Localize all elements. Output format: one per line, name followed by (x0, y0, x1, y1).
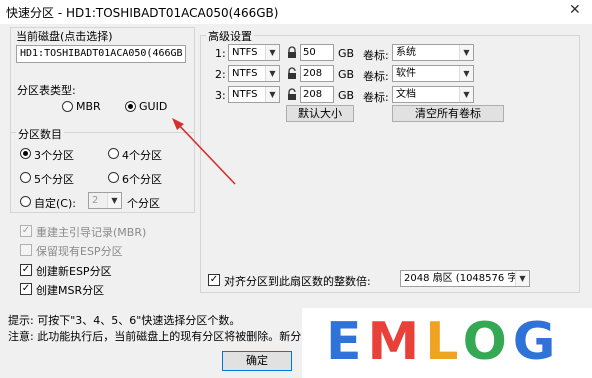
chevron-down-icon: ▼ (459, 45, 473, 60)
radio-mbr[interactable] (62, 101, 73, 112)
size-unit-1: GB (338, 47, 355, 60)
radio-mbr-label[interactable]: MBR (76, 100, 101, 113)
fs-select-3[interactable]: NTFS ▼ (228, 86, 280, 103)
current-disk-selector[interactable]: HD1:TOSHIBADT01ACA050(466GB (16, 45, 186, 63)
create-msr-label: 创建MSR分区 (36, 284, 105, 297)
custom-count-value: 2 (92, 195, 99, 206)
fs-select-2[interactable]: NTFS ▼ (228, 65, 280, 82)
fs-select-1[interactable]: NTFS ▼ (228, 44, 280, 61)
annotation-arrow-icon (172, 118, 236, 185)
fs-value-3: NTFS (232, 89, 258, 100)
fs-value-2: NTFS (232, 68, 258, 79)
align-checkbox[interactable]: ✓ (208, 274, 220, 286)
radio-6-partitions-label[interactable]: 6个分区 (122, 171, 162, 187)
chevron-down-icon: ▼ (265, 87, 279, 102)
rebuild-mbr-label: 重建主引导记录(MBR) (36, 226, 147, 239)
partition-table-label: 分区表类型: (17, 84, 76, 97)
emlog-watermark: EMLOG (302, 308, 592, 378)
partition-index-1: 1: (215, 47, 226, 60)
chevron-down-icon: ▼ (265, 66, 279, 81)
partition-index-3: 3: (215, 89, 226, 102)
radio-custom-count[interactable] (20, 196, 31, 207)
logo-letter-l: L (425, 312, 463, 372)
partition-count-label: 分区数目 (16, 126, 64, 142)
size-unit-2: GB (338, 68, 355, 81)
custom-count-select[interactable]: 2 ▼ (88, 192, 122, 209)
radio-5-partitions-label[interactable]: 5个分区 (34, 171, 74, 187)
ok-button[interactable]: 确定 (222, 351, 292, 371)
logo-letter-e: E (326, 312, 368, 372)
radio-guid[interactable] (125, 101, 136, 112)
unlock-icon[interactable] (286, 88, 298, 101)
unlock-icon[interactable] (286, 67, 298, 80)
tip-line: 提示: 可按下"3、4、5、6"快速选择分区个数。 (8, 314, 241, 327)
chevron-down-icon: ▼ (459, 66, 473, 81)
volume-value-2: 软件 (396, 68, 416, 79)
radio-3-partitions-label[interactable]: 3个分区 (34, 147, 74, 163)
size-input-3[interactable]: 208 (300, 86, 334, 103)
volume-label-1: 卷标: (363, 49, 389, 62)
warning-line: 注意: 此功能执行后，当前磁盘上的现有分区将被删除。新分区 (8, 330, 313, 343)
create-esp-label: 创建新ESP分区 (36, 265, 112, 278)
fs-value-1: NTFS (232, 47, 258, 58)
chevron-down-icon: ▼ (107, 193, 121, 208)
radio-3-partitions[interactable] (20, 148, 31, 159)
custom-count-suffix: 个分区 (127, 197, 160, 210)
volume-select-2[interactable]: 软件 ▼ (392, 65, 474, 82)
volume-select-3[interactable]: 文档 ▼ (392, 86, 474, 103)
default-size-button[interactable]: 默认大小 (286, 105, 354, 122)
quick-partition-dialog: 快速分区 - HD1:TOSHIBADT01ACA050(466GB) ✕ 当前… (0, 0, 592, 378)
close-icon[interactable]: ✕ (569, 2, 581, 18)
volume-select-1[interactable]: 系统 ▼ (392, 44, 474, 61)
volume-value-1: 系统 (396, 47, 416, 58)
radio-5-partitions[interactable] (20, 172, 31, 183)
custom-count-label[interactable]: 自定(C): (34, 195, 76, 211)
align-label: 对齐分区到此扇区数的整数倍: (224, 275, 371, 288)
keep-esp-checkbox[interactable] (20, 244, 32, 256)
window-title: 快速分区 - HD1:TOSHIBADT01ACA050(466GB) (6, 6, 279, 20)
radio-6-partitions[interactable] (108, 172, 119, 183)
align-select[interactable]: 2048 扇区 (1048576 字节) ▼ (400, 270, 530, 287)
align-value: 2048 扇区 (1048576 字节) (404, 273, 530, 284)
create-msr-checkbox[interactable]: ✓ (20, 283, 32, 295)
volume-label-2: 卷标: (363, 70, 389, 83)
volume-label-3: 卷标: (363, 91, 389, 104)
advanced-settings-label: 高级设置 (206, 28, 254, 44)
rebuild-mbr-checkbox[interactable]: ✓ (20, 225, 32, 237)
title-bar: 快速分区 - HD1:TOSHIBADT01ACA050(466GB) ✕ (0, 0, 592, 24)
clear-volume-labels-button[interactable]: 清空所有卷标 (392, 105, 504, 122)
chevron-down-icon: ▼ (265, 45, 279, 60)
lock-icon[interactable] (286, 46, 298, 59)
radio-4-partitions[interactable] (108, 148, 119, 159)
current-disk-label: 当前磁盘(点击选择) (16, 30, 113, 43)
chevron-down-icon: ▼ (515, 271, 529, 286)
create-esp-checkbox[interactable]: ✓ (20, 264, 32, 276)
chevron-down-icon: ▼ (459, 87, 473, 102)
radio-4-partitions-label[interactable]: 4个分区 (122, 147, 162, 163)
emlog-logo: EMLOG (326, 312, 561, 372)
volume-value-3: 文档 (396, 89, 416, 100)
keep-esp-label: 保留现有ESP分区 (36, 245, 123, 258)
logo-letter-g: G (512, 312, 562, 372)
partition-index-2: 2: (215, 68, 226, 81)
size-input-2[interactable]: 208 (300, 65, 334, 82)
logo-letter-o: O (462, 312, 513, 372)
logo-letter-m: M (367, 312, 426, 372)
size-input-1[interactable]: 50 (300, 44, 334, 61)
size-unit-3: GB (338, 89, 355, 102)
